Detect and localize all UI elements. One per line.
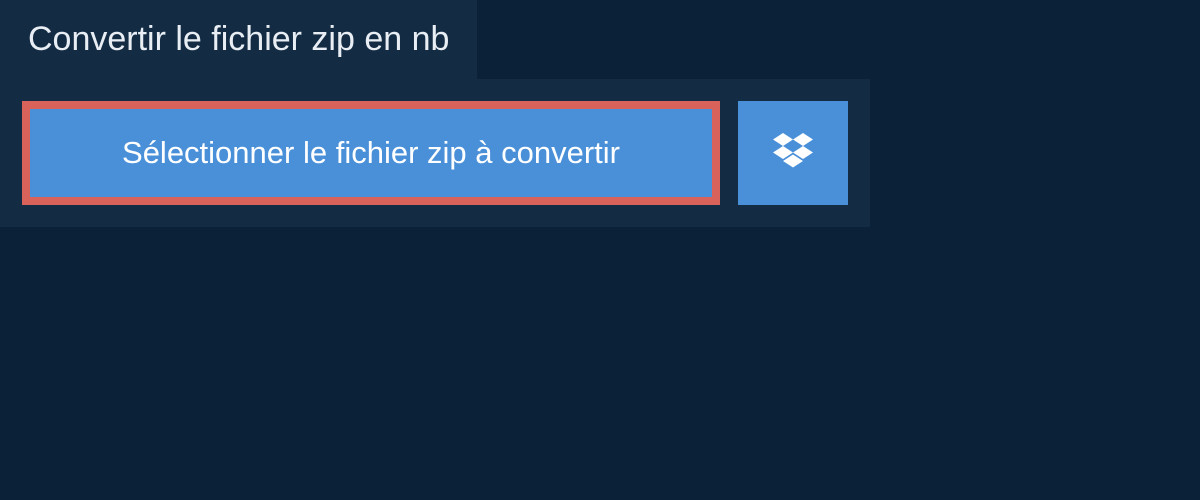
upload-panel: Sélectionner le fichier zip à convertir bbox=[0, 79, 870, 227]
dropbox-button[interactable] bbox=[738, 101, 848, 205]
dropbox-icon bbox=[773, 133, 813, 174]
page-title: Convertir le fichier zip en nb bbox=[28, 20, 449, 59]
select-file-label: Sélectionner le fichier zip à convertir bbox=[122, 135, 620, 171]
select-file-button[interactable]: Sélectionner le fichier zip à convertir bbox=[22, 101, 720, 205]
header-tab: Convertir le fichier zip en nb bbox=[0, 0, 477, 79]
